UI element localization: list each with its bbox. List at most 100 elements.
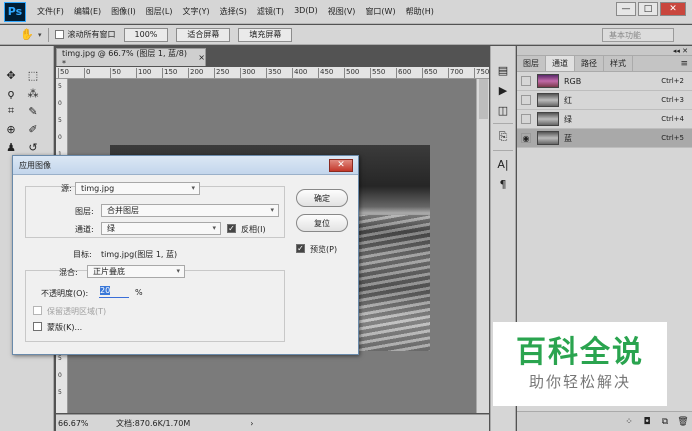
preview-label: 预览(P) [310,245,338,254]
save-selection-icon[interactable]: ◘ [638,417,656,427]
menu-item[interactable]: 帮助(H) [401,6,439,17]
chevron-down-icon: ▾ [270,206,274,214]
opacity-label: 不透明度(O): [41,289,89,298]
blend-label: 混合: [59,268,78,277]
delete-channel-icon[interactable]: 🗑 [674,417,692,427]
load-selection-icon[interactable]: ⁘ [620,417,638,427]
dialog-title: 应用图像 [19,160,51,170]
status-bar: 66.67% 文档:870.6K/1.70M › [56,414,489,431]
panel-tab[interactable]: 路径 [575,56,604,71]
menu-item[interactable]: 视图(V) [323,6,361,17]
visibility-eye-icon[interactable] [521,95,531,105]
panel-tab[interactable]: 图层 [517,56,546,71]
stamp-tool-icon[interactable]: ♟ [0,138,22,156]
menu-item[interactable]: 图像(I) [106,6,141,17]
target-label: 目标: [73,250,92,259]
ok-button[interactable]: 确定 [296,189,348,207]
scroll-all-windows-checkbox[interactable] [54,30,64,39]
invert-checkbox[interactable]: ✓ [227,224,236,233]
visibility-eye-icon[interactable]: ◉ [521,133,531,143]
visibility-eye-icon[interactable] [521,114,531,124]
menu-item[interactable]: 文件(F) [32,6,69,17]
actions-play-icon[interactable]: ▶ [491,80,515,100]
new-channel-icon[interactable]: ⧉ [656,417,674,427]
ruler-tick: 200 [188,68,203,78]
channel-shortcut: Ctrl+3 [661,96,684,104]
photoshop-logo: Ps [4,1,26,22]
target-value: timg.jpg(图层 1, 蓝) [101,250,178,259]
channel-shortcut: Ctrl+4 [661,115,684,123]
magic-wand-icon[interactable]: ⁂ [22,84,44,102]
scroll-thumb[interactable] [479,79,488,119]
workspace-select[interactable]: 基本功能 [602,28,674,42]
source-select[interactable]: timg.jpg ▾ [75,182,200,195]
channel-row[interactable]: 绿 Ctrl+4 [517,110,692,129]
ruler-tick: 400 [292,68,307,78]
ruler-tick: 5 [58,389,62,396]
menu-item[interactable]: 滤镜(T) [252,6,289,17]
close-window-button[interactable]: ✕ [660,2,686,16]
move-tool-icon[interactable]: ✥ [0,66,22,84]
menu-item[interactable]: 文字(Y) [177,6,214,17]
panel-collapse-bar[interactable]: ◂◂ ✕ [517,46,692,56]
menu-bar: Ps 文件(F) 编辑(E) 图像(I) 图层(L) 文字(Y) 选择(S) 滤镜(T) 3D… [0,0,692,24]
fit-screen-button[interactable]: 适合屏幕 [176,27,231,42]
healing-brush-icon[interactable]: ⊕ [0,120,22,138]
close-tab-icon[interactable]: × [198,53,205,62]
preserve-transparency-checkbox[interactable] [33,306,42,315]
opacity-unit: % [135,288,143,297]
panel-tab[interactable]: 通道 [546,56,575,71]
ruler-tick: 450 [318,68,333,78]
lasso-tool-icon[interactable]: ϙ [0,84,22,102]
menu-item[interactable]: 3D(D) [289,6,323,17]
apply-image-dialog: 应用图像 ✕ 源: timg.jpg ▾ 图层: 合并图层 ▾ 通道: 绿 ▾ ✓ 反… [12,155,359,355]
menu-item[interactable]: 选择(S) [215,6,252,17]
reset-button[interactable]: 复位 [296,214,348,232]
layer-select[interactable]: 合并图层 ▾ [101,204,279,217]
mask-checkbox[interactable] [33,322,42,331]
blend-select[interactable]: 正片叠底 ▾ [87,265,185,278]
minimize-button[interactable]: — [616,2,636,16]
brush-tool-icon[interactable]: ✐ [22,120,44,138]
source-value: timg.jpg [81,184,115,193]
eyedropper-icon[interactable]: ✎ [22,102,44,120]
menu-item[interactable]: 图层(L) [141,6,178,17]
clone-source-icon[interactable]: ⎘ [491,127,515,147]
channel-row[interactable]: RGB Ctrl+2 [517,72,692,91]
ruler-tick: 300 [240,68,255,78]
adjustments-icon[interactable]: ◫ [491,100,515,120]
panel-tab[interactable]: 样式 [604,56,633,71]
maximize-button[interactable]: □ [638,2,658,16]
channel-row[interactable]: 红 Ctrl+3 [517,91,692,110]
blend-value: 正片叠底 [93,267,125,276]
chevron-down-icon[interactable]: ▾ [38,31,42,39]
menu-item[interactable]: 编辑(E) [69,6,106,17]
history-icon[interactable]: ▤ [491,60,515,80]
visibility-eye-icon[interactable] [521,76,531,86]
marquee-tool-icon[interactable]: ⬚ [22,66,44,84]
character-icon[interactable]: A| [491,154,515,174]
channel-row[interactable]: ◉ 蓝 Ctrl+5 [517,129,692,148]
channel-thumbnail [537,131,559,145]
menu-item[interactable]: 窗口(W) [360,6,400,17]
status-menu-arrow[interactable]: › [250,419,253,428]
paragraph-icon[interactable]: ¶ [491,174,515,194]
vertical-scrollbar[interactable] [476,79,489,413]
channel-name: 绿 [564,114,572,124]
layer-label: 图层: [75,207,94,216]
zoom-100-button[interactable]: 100% [123,27,169,42]
crop-tool-icon[interactable]: ⌗ [0,102,22,120]
zoom-level[interactable]: 66.67% [56,419,96,428]
preview-checkbox[interactable]: ✓ [296,244,305,253]
channel-label: 通道: [75,225,94,234]
panel-menu-icon[interactable]: ≡ [680,56,692,71]
document-tab[interactable]: timg.jpg @ 66.7% (图层 1, 蓝/8) * × [56,48,206,68]
window-controls: — □ ✕ [614,2,686,16]
scroll-all-windows-label: 滚动所有窗口 [67,30,116,39]
history-brush-icon[interactable]: ↺ [22,138,44,156]
opacity-input[interactable]: 20 [99,286,129,298]
dialog-close-button[interactable]: ✕ [329,159,353,172]
hand-tool-icon[interactable]: ✋ [18,27,36,43]
channel-select[interactable]: 绿 ▾ [101,222,221,235]
fill-screen-button[interactable]: 填充屏幕 [238,27,293,42]
